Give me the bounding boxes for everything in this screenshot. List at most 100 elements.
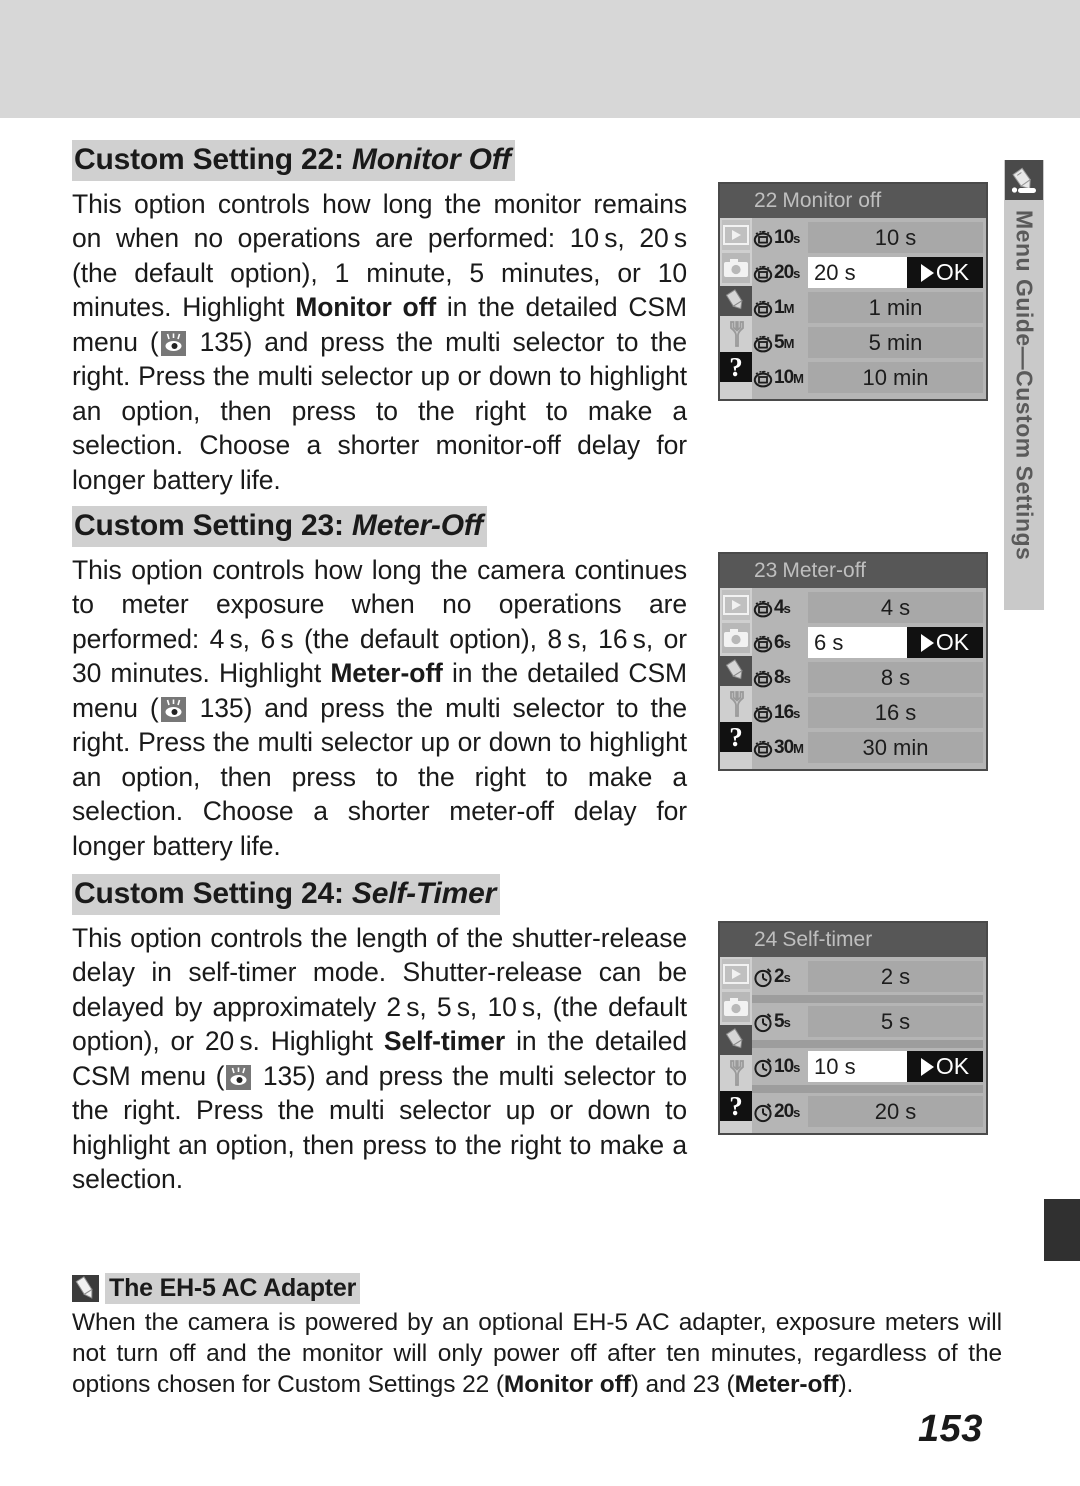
play-triangle-icon xyxy=(920,1057,934,1076)
option-tag: 2s xyxy=(774,965,791,987)
cs24-ref-page: 135 xyxy=(262,1060,307,1091)
ok-button[interactable]: OK xyxy=(907,257,983,288)
menu-row[interactable]: 6s 6 s OK xyxy=(752,626,983,659)
timer-icon xyxy=(752,737,774,759)
camera-icon[interactable] xyxy=(722,992,750,1022)
option-icon: 30M xyxy=(752,737,808,759)
page-title-cs22: Custom Setting 22: Monitor Off xyxy=(72,140,515,181)
camera-icon[interactable] xyxy=(722,623,750,653)
menu-row[interactable]: 5s 5 s xyxy=(752,1005,983,1038)
cs22-heading-prefix: Custom Setting 22: xyxy=(74,143,344,176)
option-icon: 5s xyxy=(752,1011,808,1033)
cs23-body-bold: Meter-off xyxy=(330,658,443,688)
playback-icon[interactable] xyxy=(722,590,750,620)
row-spacer xyxy=(752,995,983,1003)
note-body-3: ). xyxy=(838,1371,854,1398)
lcd-option-list: 4s 4 s 6s 6 s OK 8s 8 s 16s 16 s 30M 30 min xyxy=(752,588,986,769)
option-tag: 10M xyxy=(774,366,804,388)
page-number: 153 xyxy=(918,1408,983,1450)
option-value: 8 s xyxy=(808,662,983,693)
wrench-icon[interactable] xyxy=(722,1058,750,1088)
option-icon: 10M xyxy=(752,367,808,389)
page-content: Custom Setting 22: Monitor Off This opti… xyxy=(0,118,1080,1486)
timer-icon xyxy=(752,667,774,689)
option-icon: 5M xyxy=(752,332,808,354)
ok-button[interactable]: OK xyxy=(907,1051,983,1082)
option-tag: 20s xyxy=(774,1100,800,1122)
option-icon: 16s xyxy=(752,702,808,724)
option-tag: 1M xyxy=(774,296,794,318)
menu-row[interactable]: 1M 1 min xyxy=(752,291,983,324)
option-value: 10 min xyxy=(808,362,983,393)
option-icon: 2s xyxy=(752,966,808,988)
menu-row[interactable]: 10M 10 min xyxy=(752,361,983,394)
ok-button[interactable]: OK xyxy=(907,627,983,658)
menu-row[interactable]: 10s 10 s OK xyxy=(752,1050,983,1083)
option-tag: 10s xyxy=(774,1055,800,1077)
lcd-option-list: 10s 10 s 20s 20 s OK 1M 1 min 5M 5 min 10M 10 min xyxy=(752,218,986,399)
lcd-monitor-off: 22 Monitor off? 10s 10 s 20s 20 s OK 1M 1 min 5M 5… xyxy=(718,182,988,401)
option-value: 30 min xyxy=(808,732,983,763)
lcd-sidebar: ? xyxy=(720,218,752,399)
ok-label: OK xyxy=(935,629,970,655)
option-icon: 4s xyxy=(752,597,808,619)
lcd-title-text: Meter-off xyxy=(782,559,867,582)
menu-row[interactable]: 2s 2 s xyxy=(752,960,983,993)
menu-row[interactable]: 10s 10 s xyxy=(752,221,983,254)
cs24-heading-prefix: Custom Setting 24: xyxy=(74,877,344,910)
timer-icon xyxy=(752,297,774,319)
playback-icon[interactable] xyxy=(722,959,750,989)
pencil-icon[interactable] xyxy=(720,286,752,316)
lcd-title-text: Monitor off xyxy=(782,189,882,212)
camera-icon[interactable] xyxy=(722,253,750,283)
lcd-meter-off: 23 Meter-off? 4s 4 s 6s 6 s OK 8s 8 s 16s 16 s 30M 3… xyxy=(718,552,988,771)
menu-row[interactable]: 20s 20 s OK xyxy=(752,256,983,289)
timer-icon xyxy=(752,966,774,988)
cs24-heading-title: Self-Timer xyxy=(351,877,497,910)
top-margin-band xyxy=(0,0,1080,118)
pencil-icon[interactable] xyxy=(720,656,752,686)
menu-row[interactable]: 4s 4 s xyxy=(752,591,983,624)
question-icon[interactable]: ? xyxy=(720,722,752,752)
menu-row[interactable]: 20s 20 s xyxy=(752,1095,983,1128)
lcd-self-timer: 24 Self-timer? 2s 2 s 5s 5 s 10s 10 s OK 20s 20 s xyxy=(718,921,988,1135)
menu-row[interactable]: 30M 30 min xyxy=(752,731,983,764)
option-value: 5 s xyxy=(808,1006,983,1037)
lcd-title: 23 Meter-off xyxy=(720,554,986,588)
play-triangle-icon xyxy=(920,633,934,652)
section-custom-setting-23: Custom Setting 23: Meter-Off This option… xyxy=(72,506,687,863)
menu-row[interactable]: 5M 5 min xyxy=(752,326,983,359)
menu-row[interactable]: 8s 8 s xyxy=(752,661,983,694)
option-tag: 4s xyxy=(774,596,791,618)
option-tag: 5M xyxy=(774,331,794,353)
wrench-icon[interactable] xyxy=(722,319,750,349)
cs24-body-bold: Self-timer xyxy=(383,1026,506,1056)
page-title-cs24: Custom Setting 24: Self-Timer xyxy=(72,874,501,915)
menu-row[interactable]: 16s 16 s xyxy=(752,696,983,729)
pencil-icon[interactable] xyxy=(720,1025,752,1055)
pencil-note-icon xyxy=(72,1275,99,1302)
question-icon[interactable]: ? xyxy=(720,1091,752,1121)
lcd-title-number: 24 xyxy=(754,928,778,951)
option-icon: 20s xyxy=(752,1101,808,1123)
option-tag: 16s xyxy=(774,701,800,723)
wrench-icon[interactable] xyxy=(722,689,750,719)
option-tag: 20s xyxy=(774,261,800,283)
option-tag: 6s xyxy=(774,631,791,653)
option-icon: 10s xyxy=(752,1056,808,1078)
row-spacer xyxy=(752,1085,983,1093)
question-icon[interactable]: ? xyxy=(720,352,752,382)
timer-icon xyxy=(752,1011,774,1033)
playback-icon[interactable] xyxy=(722,220,750,250)
timer-icon xyxy=(752,262,774,284)
reference-eye-icon xyxy=(160,330,186,356)
cs23-ref-page: 135 xyxy=(199,692,244,723)
option-icon: 10s xyxy=(752,227,808,249)
cs22-body: This option controls how long the monito… xyxy=(72,187,687,498)
cs23-heading-title: Meter-Off xyxy=(351,509,483,542)
timer-icon xyxy=(752,332,774,354)
timer-icon xyxy=(752,1056,774,1078)
page-title-cs23: Custom Setting 23: Meter-Off xyxy=(72,506,487,547)
option-value: 16 s xyxy=(808,697,983,728)
option-value: 4 s xyxy=(808,592,983,623)
